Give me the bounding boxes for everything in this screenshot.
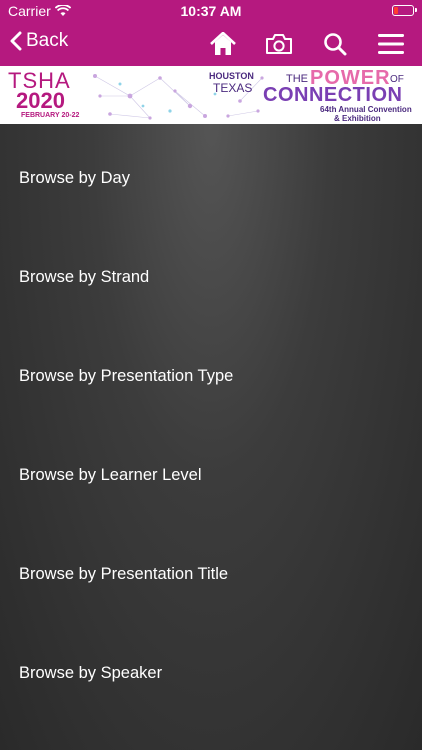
home-button[interactable] [206, 30, 240, 58]
browse-menu: Browse by Day Browse by Strand Browse by… [0, 124, 422, 750]
menu-item-label: Browse by Speaker [19, 664, 163, 682]
event-city: HOUSTON [209, 71, 254, 81]
camera-icon [266, 34, 292, 54]
chevron-left-icon [10, 31, 22, 51]
menu-button[interactable] [374, 30, 408, 58]
menu-icon [378, 34, 404, 54]
browse-by-day-item[interactable]: Browse by Day [0, 129, 422, 228]
back-button[interactable]: Back [10, 30, 68, 52]
search-button[interactable] [318, 30, 352, 58]
annual-convention: 64th Annual Convention [320, 105, 412, 114]
home-icon [210, 32, 236, 55]
menu-item-label: Browse by Presentation Type [19, 367, 234, 385]
search-icon [324, 33, 347, 56]
status-bar: Carrier 10:37 AM [0, 0, 422, 22]
browse-by-learner-level-item[interactable]: Browse by Learner Level [0, 426, 422, 525]
menu-item-label: Browse by Presentation Title [19, 565, 229, 583]
event-banner: TSHA 2020 FEBRUARY 20-22 HOUSTON TEXAS T… [0, 66, 422, 124]
menu-item-label: Browse by Strand [19, 268, 150, 286]
battery-icon [392, 5, 417, 16]
menu-item-label: Browse by Learner Level [19, 466, 202, 484]
exhibition-label: & Exhibition [334, 114, 381, 123]
event-dates: FEBRUARY 20-22 [21, 112, 80, 119]
back-label: Back [26, 30, 69, 51]
camera-button[interactable] [262, 30, 296, 58]
tagline-connection: CONNECTION [263, 84, 403, 106]
event-year: 2020 [16, 88, 65, 113]
browse-by-presentation-type-item[interactable]: Browse by Presentation Type [0, 327, 422, 426]
browse-by-presentation-title-item[interactable]: Browse by Presentation Title [0, 525, 422, 624]
browse-by-strand-item[interactable]: Browse by Strand [0, 228, 422, 327]
status-time: 10:37 AM [180, 3, 242, 19]
browse-by-speaker-item[interactable]: Browse by Speaker [0, 624, 422, 723]
menu-item-label: Browse by Day [19, 169, 130, 187]
nav-bar: Back [0, 22, 422, 66]
event-state: TEXAS [213, 81, 253, 95]
